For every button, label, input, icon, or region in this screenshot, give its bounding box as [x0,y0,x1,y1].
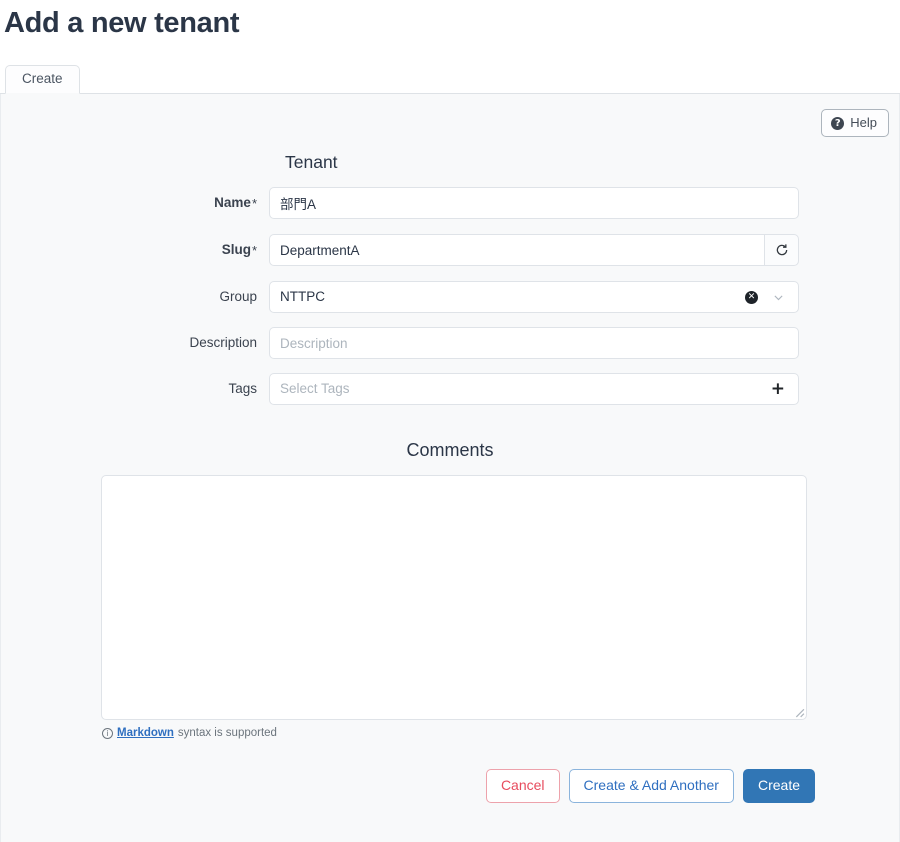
tab-create[interactable]: Create [5,65,80,94]
cancel-button[interactable]: Cancel [485,769,560,803]
info-circle-icon: i [102,727,113,739]
question-circle-icon: ? [831,116,845,130]
slug-input-group [269,234,799,266]
field-slug [269,234,799,266]
label-description: Description [189,335,257,350]
field-description [269,327,799,359]
markdown-help-text: i Markdown syntax is supported [101,725,807,741]
form-row-group: Group NTTPC ✕ [9,281,891,313]
help-button[interactable]: ? Help [821,109,889,137]
label-name: Name* [9,187,269,220]
required-asterisk: * [251,196,257,211]
label-tags: Tags [228,381,257,396]
chevron-down-icon[interactable] [772,291,785,304]
tab-strip: Create [0,65,900,94]
comments-wrap: i Markdown syntax is supported [9,475,891,741]
form-row-tags: Tags Select Tags + [9,373,891,405]
slug-regenerate-button[interactable] [764,234,799,266]
group-select[interactable]: NTTPC ✕ [269,281,799,313]
tags-select-placeholder: Select Tags [280,381,350,396]
tags-select[interactable]: Select Tags + [269,373,799,405]
label-slug-text: Slug [221,242,251,257]
form-row-slug: Slug* [9,234,891,267]
field-tags: Select Tags + [269,373,799,405]
markdown-link[interactable]: Markdown [117,725,174,741]
form-row-description: Description [9,327,891,359]
refresh-icon [776,244,787,256]
form-row-name: Name* [9,187,891,220]
field-group: NTTPC ✕ [269,281,799,313]
field-name [269,187,799,219]
comments-textarea[interactable] [101,475,807,720]
label-slug: Slug* [9,234,269,267]
markdown-help-suffix: syntax is supported [177,727,277,739]
slug-input[interactable] [269,234,765,266]
label-group: Group [219,289,257,304]
create-button[interactable]: Create [742,769,815,803]
plus-icon[interactable]: + [771,381,785,398]
label-name-text: Name [214,195,251,210]
tenant-section-heading: Tenant [285,152,338,172]
name-input[interactable] [269,187,799,219]
page-title: Add a new tenant [4,7,240,39]
help-button-label: Help [850,115,877,130]
form-content-panel: ? Help Tenant Name* Slug* [0,94,900,842]
description-input[interactable] [269,327,799,359]
comments-section-heading: Comments [406,440,494,460]
form-actions: Cancel Create & Add Another Create [9,741,891,803]
clear-circle-icon[interactable]: ✕ [745,290,758,304]
create-and-add-another-button[interactable]: Create & Add Another [568,769,734,803]
group-select-value: NTTPC [280,289,325,304]
required-asterisk: * [251,243,257,258]
tenant-create-page: Add a new tenant Create ? Help Tenant Na… [0,0,900,842]
help-row: ? Help [9,104,891,137]
